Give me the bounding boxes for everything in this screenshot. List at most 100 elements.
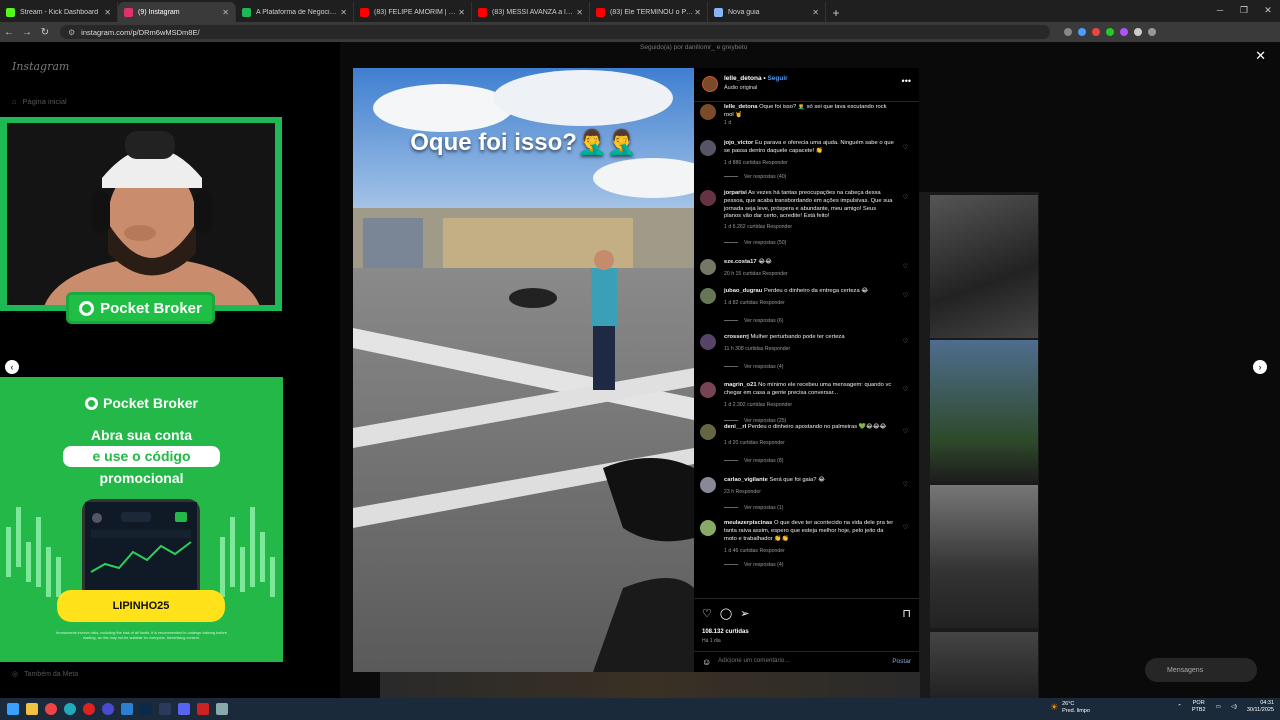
comment-like-icon[interactable]: ♡ bbox=[903, 386, 908, 393]
restore-icon[interactable]: ❐ bbox=[1232, 0, 1256, 20]
follow-button[interactable]: Seguir bbox=[767, 75, 787, 82]
back-icon[interactable]: ← bbox=[0, 27, 18, 38]
feed-thumbnail[interactable] bbox=[380, 672, 920, 698]
commenter-username[interactable]: lelle_detona bbox=[724, 104, 758, 110]
commenter-avatar[interactable] bbox=[700, 520, 716, 536]
comment-like-icon[interactable]: ♡ bbox=[903, 481, 908, 488]
instagram-logo[interactable]: Instagram bbox=[12, 60, 69, 73]
opera-icon[interactable] bbox=[83, 703, 95, 715]
browser-tab[interactable]: (83) FELIPE AMORIM | CADE O✕ bbox=[354, 2, 472, 22]
commenter-username[interactable]: jojo_victor bbox=[724, 140, 753, 146]
sidebar-item-home[interactable]: ⌂ Página inicial bbox=[12, 97, 67, 106]
tab-close-icon[interactable]: ✕ bbox=[694, 8, 701, 17]
view-replies-link[interactable]: Ver respostas (6) bbox=[724, 318, 784, 324]
commenter-avatar[interactable] bbox=[700, 334, 716, 350]
reload-icon[interactable]: ↻ bbox=[36, 27, 54, 38]
share-icon[interactable]: ➢ bbox=[740, 607, 749, 620]
browser-tab[interactable]: A Plataforma de Negociação M✕ bbox=[236, 2, 354, 22]
lang-indicator[interactable]: POR PTB2 bbox=[1192, 700, 1206, 714]
extension-icon[interactable] bbox=[1064, 28, 1072, 36]
like-heart-icon[interactable]: ♡ bbox=[702, 607, 712, 620]
feed-thumbnail[interactable] bbox=[930, 632, 1038, 698]
app-icon[interactable] bbox=[197, 703, 209, 715]
browser-tab[interactable]: (83) MESSI AVANZA a la FINAL✕ bbox=[472, 2, 590, 22]
commenter-avatar[interactable] bbox=[700, 424, 716, 440]
site-info-icon[interactable]: ⚙ bbox=[68, 28, 75, 37]
bookmark-icon[interactable]: ⊓ bbox=[902, 607, 911, 620]
comment-like-icon[interactable]: ♡ bbox=[903, 263, 908, 270]
steam-icon[interactable] bbox=[159, 703, 171, 715]
extension-icon[interactable] bbox=[1078, 28, 1086, 36]
tab-close-icon[interactable]: ✕ bbox=[340, 8, 347, 17]
extension-icon[interactable] bbox=[1092, 28, 1100, 36]
comment-like-icon[interactable]: ♡ bbox=[903, 194, 908, 201]
comment-meta[interactable]: 11 h 308 curtidas Responder bbox=[724, 346, 790, 352]
author-avatar[interactable] bbox=[702, 76, 718, 92]
comment-input[interactable] bbox=[718, 657, 868, 664]
view-replies-link[interactable]: Ver respostas (4) bbox=[724, 364, 784, 370]
comment-meta[interactable]: 1 d 886 curtidas Responder bbox=[724, 160, 788, 166]
messages-button[interactable]: Mensagens bbox=[1145, 658, 1257, 682]
network-icon[interactable]: ▭ bbox=[1216, 704, 1221, 710]
commenter-avatar[interactable] bbox=[700, 259, 716, 275]
weather-widget[interactable]: ☀ 26°C Pred. limpo bbox=[1050, 701, 1090, 715]
comment-meta[interactable]: 20 h 15 curtidas Responder bbox=[724, 271, 788, 277]
commenter-username[interactable]: carlao_vigilante bbox=[724, 477, 768, 483]
file-explorer-icon[interactable] bbox=[26, 703, 38, 715]
view-replies-link[interactable]: Ver respostas (8) bbox=[724, 458, 784, 464]
windows-start-icon[interactable] bbox=[7, 703, 19, 715]
feed-thumbnail[interactable] bbox=[930, 195, 1038, 338]
tab-close-icon[interactable]: ✕ bbox=[812, 8, 819, 17]
next-post-button[interactable]: › bbox=[1253, 360, 1267, 374]
comment-meta[interactable]: 23 h Responder bbox=[724, 489, 761, 495]
tray-chevron-icon[interactable]: ⌃ bbox=[1177, 704, 1182, 710]
commenter-username[interactable]: meulazerpiscinas bbox=[724, 520, 772, 526]
photoshop-icon[interactable] bbox=[140, 703, 152, 715]
view-replies-link[interactable]: Ver respostas (40) bbox=[724, 174, 786, 180]
minimize-icon[interactable]: ─ bbox=[1208, 0, 1232, 20]
promo-code-button[interactable]: LIPINHO25 bbox=[57, 590, 225, 622]
author-username[interactable]: lelle_detona bbox=[724, 75, 762, 82]
volume-icon[interactable]: ◁) bbox=[1231, 704, 1237, 710]
clock[interactable]: 04:31 30/11/2025 bbox=[1247, 700, 1274, 714]
comments-list[interactable]: lelle_detona Oque foi isso? 🤦‍♂️ só sei … bbox=[694, 104, 919, 594]
url-field[interactable]: ⚙ instagram.com/p/DRm6wMSDm8E/ bbox=[60, 25, 1050, 39]
comment-like-icon[interactable]: ♡ bbox=[903, 292, 908, 299]
view-replies-link[interactable]: Ver respostas (50) bbox=[724, 240, 786, 246]
post-comment-button[interactable]: Postar bbox=[892, 658, 911, 665]
vscode-icon[interactable] bbox=[121, 703, 133, 715]
comment-meta[interactable]: 1 d 2.302 curtidas Responder bbox=[724, 402, 792, 408]
likes-count[interactable]: 108.132 curtidas bbox=[702, 629, 749, 635]
tab-close-icon[interactable]: ✕ bbox=[576, 8, 583, 17]
commenter-username[interactable]: magrin_o21 bbox=[724, 382, 757, 388]
comment-meta[interactable]: 1 d 46 curtidas Responder bbox=[724, 548, 785, 554]
reel-video[interactable]: Oque foi isso?🤦‍♂️🤦‍♂️ bbox=[353, 68, 694, 672]
commenter-avatar[interactable] bbox=[700, 382, 716, 398]
extension-icon[interactable] bbox=[1106, 28, 1114, 36]
tab-close-icon[interactable]: ✕ bbox=[458, 8, 465, 17]
close-window-icon[interactable]: ✕ bbox=[1256, 0, 1280, 20]
commenter-avatar[interactable] bbox=[700, 104, 716, 120]
commenter-avatar[interactable] bbox=[700, 140, 716, 156]
browser-tab[interactable]: (9) Instagram ✕ bbox=[118, 2, 236, 22]
extension-icon[interactable] bbox=[1120, 28, 1128, 36]
discord-icon[interactable] bbox=[178, 703, 190, 715]
comment-meta[interactable]: 1 d 6.262 curtidas Responder bbox=[724, 224, 792, 230]
commenter-username[interactable]: eze.costa17 bbox=[724, 259, 757, 265]
profile-avatar[interactable] bbox=[1148, 28, 1156, 36]
comment-meta[interactable]: 1 d bbox=[724, 120, 731, 126]
new-tab-button[interactable]: + bbox=[826, 6, 846, 20]
browser-tab[interactable]: Stream - Kick Dashboard ✕ bbox=[0, 2, 118, 22]
comment-like-icon[interactable]: ♡ bbox=[903, 144, 908, 151]
app-icon[interactable] bbox=[102, 703, 114, 715]
commenter-avatar[interactable] bbox=[700, 288, 716, 304]
comment-meta[interactable]: 1 d 20 curtidas Responder bbox=[724, 440, 785, 446]
close-modal-icon[interactable]: ✕ bbox=[1255, 48, 1266, 64]
extension-icon[interactable] bbox=[1134, 28, 1142, 36]
edge-icon[interactable] bbox=[64, 703, 76, 715]
sidebar-item-meta[interactable]: ◎ Também da Meta bbox=[12, 670, 78, 679]
view-replies-link[interactable]: Ver respostas (4) bbox=[724, 562, 784, 568]
comment-meta[interactable]: 1 d 82 curtidas Responder bbox=[724, 300, 785, 306]
commenter-avatar[interactable] bbox=[700, 477, 716, 493]
commenter-username[interactable]: jubao_dugrau bbox=[724, 288, 762, 294]
